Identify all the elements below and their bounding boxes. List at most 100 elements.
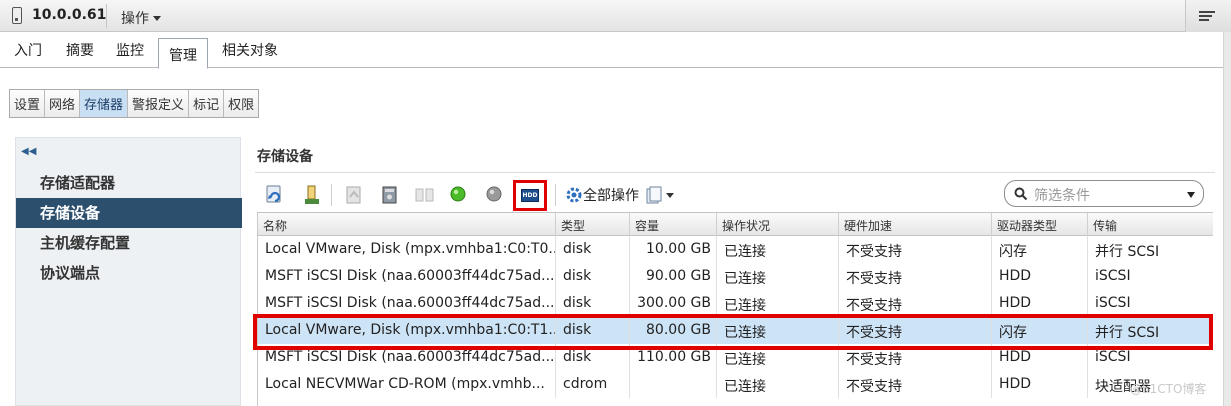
subtab-tags[interactable]: 标记 bbox=[189, 90, 225, 117]
chevron-down-icon bbox=[666, 193, 675, 198]
cell-capacity: 80.00 GB bbox=[630, 317, 717, 344]
cell-capacity: 10.00 GB bbox=[630, 236, 717, 263]
table-row[interactable]: Local NECVMWar CD-ROM (mpx.vmhb... cdrom… bbox=[258, 371, 1213, 398]
cell-name: MSFT iSCSI Disk (naa.60003ff44dc75ad... bbox=[258, 344, 556, 371]
cell-name: Local VMware, Disk (mpx.vmhba1:C0:T1... bbox=[258, 317, 556, 344]
cell-status: 已连接 bbox=[717, 371, 839, 398]
refresh-icon[interactable] bbox=[265, 185, 283, 203]
cell-transport: iSCSI bbox=[1088, 290, 1213, 317]
divider bbox=[106, 4, 107, 28]
nav-item-protocol-endpoints[interactable]: 协议端点 bbox=[16, 258, 242, 288]
subtab-storage[interactable]: 存储器 bbox=[80, 90, 129, 117]
cell-status: 已连接 bbox=[717, 263, 839, 290]
cell-transport: iSCSI bbox=[1088, 263, 1213, 290]
gear-icon bbox=[566, 187, 582, 203]
menu-icon-bar bbox=[1199, 19, 1209, 21]
nav-item-host-cache[interactable]: 主机缓存配置 bbox=[16, 228, 242, 258]
nav-item-storage-devices[interactable]: 存储设备 bbox=[16, 198, 242, 228]
storage-devices-table: 名称 类型 容量 操作状况 硬件加速 驱动器类型 传输 Local VMware… bbox=[257, 212, 1213, 406]
cell-capacity bbox=[630, 371, 717, 398]
cell-drive-type: HDD bbox=[992, 371, 1088, 398]
led-on-icon[interactable] bbox=[449, 185, 467, 203]
cell-drive-type: HDD bbox=[992, 263, 1088, 290]
cell-status: 已连接 bbox=[717, 290, 839, 317]
cell-name: Local VMware, Disk (mpx.vmhba1:C0:T0... bbox=[258, 236, 556, 263]
cell-hw-accel: 不受支持 bbox=[839, 263, 992, 290]
all-actions-label: 全部操作 bbox=[583, 188, 639, 204]
cell-drive-type: HDD bbox=[992, 290, 1088, 317]
cell-capacity: 300.00 GB bbox=[630, 290, 717, 317]
mark-as-hdd-button[interactable]: HDD bbox=[521, 189, 539, 202]
cell-drive-type: 闪存 bbox=[992, 317, 1088, 344]
tab-manage[interactable]: 管理 bbox=[158, 38, 208, 69]
main-tabs: 入门 摘要 监控 管理 相关对象 bbox=[0, 32, 1231, 69]
cell-type: disk bbox=[556, 344, 630, 371]
column-header-name[interactable]: 名称 bbox=[258, 213, 556, 236]
panel-title: 存储设备 bbox=[257, 149, 313, 165]
table-row[interactable]: MSFT iSCSI Disk (naa.60003ff44dc75ad... … bbox=[258, 344, 1213, 371]
cell-type: cdrom bbox=[556, 371, 630, 398]
tab-related-objects[interactable]: 相关对象 bbox=[222, 40, 278, 60]
watermark: @51CTO博客 bbox=[1130, 382, 1207, 396]
filter-placeholder: 筛选条件 bbox=[1034, 188, 1090, 204]
column-header-transport[interactable]: 传输 bbox=[1088, 213, 1213, 236]
cell-hw-accel: 不受支持 bbox=[839, 371, 992, 398]
cell-transport: 并行 SCSI bbox=[1088, 236, 1213, 263]
rescan-icon[interactable] bbox=[345, 185, 363, 204]
divider bbox=[555, 184, 556, 206]
subtab-alarm-definitions[interactable]: 警报定义 bbox=[128, 90, 190, 117]
subtab-settings[interactable]: 设置 bbox=[10, 90, 46, 117]
cell-name: Local NECVMWar CD-ROM (mpx.vmhb... bbox=[258, 371, 556, 398]
actions-menu[interactable]: 操作 bbox=[121, 8, 161, 28]
host-name: 10.0.0.61 bbox=[32, 7, 107, 23]
disk-icon[interactable] bbox=[381, 185, 399, 204]
cell-drive-type: HDD bbox=[992, 344, 1088, 371]
host-icon bbox=[12, 7, 22, 24]
table-row-selected[interactable]: Local VMware, Disk (mpx.vmhba1:C0:T1... … bbox=[258, 317, 1213, 344]
mark-as-hdd-highlight: HDD bbox=[513, 180, 547, 211]
cell-hw-accel: 不受支持 bbox=[839, 236, 992, 263]
export-icon bbox=[646, 186, 662, 204]
cell-type: disk bbox=[556, 317, 630, 344]
actions-menu-label: 操作 bbox=[121, 11, 149, 27]
filter-input[interactable]: 筛选条件 bbox=[1004, 180, 1204, 207]
column-header-capacity[interactable]: 容量 bbox=[630, 213, 717, 236]
cell-capacity: 90.00 GB bbox=[630, 263, 717, 290]
menu-icon-bar bbox=[1199, 15, 1212, 17]
column-header-hw-accel[interactable]: 硬件加速 bbox=[839, 213, 992, 236]
divider bbox=[331, 184, 332, 206]
panel-menu-button[interactable] bbox=[1185, 0, 1231, 32]
tab-getting-started[interactable]: 入门 bbox=[14, 40, 42, 60]
led-off-icon[interactable] bbox=[485, 185, 503, 203]
cell-status: 已连接 bbox=[717, 236, 839, 263]
cell-status: 已连接 bbox=[717, 344, 839, 371]
vertical-scrollbar[interactable] bbox=[1223, 32, 1231, 406]
cell-hw-accel: 不受支持 bbox=[839, 317, 992, 344]
column-header-status[interactable]: 操作状况 bbox=[717, 213, 839, 236]
cell-transport: iSCSI bbox=[1088, 344, 1213, 371]
table-row[interactable]: MSFT iSCSI Disk (naa.60003ff44dc75ad... … bbox=[258, 290, 1213, 317]
collapse-icon[interactable]: ◀◀ bbox=[21, 146, 36, 157]
table-row[interactable]: Local VMware, Disk (mpx.vmhba1:C0:T0... … bbox=[258, 236, 1213, 263]
all-actions-menu[interactable]: 全部操作 bbox=[565, 185, 675, 205]
cell-type: disk bbox=[556, 263, 630, 290]
divider bbox=[255, 172, 1215, 173]
tab-monitor[interactable]: 监控 bbox=[116, 40, 144, 60]
chevron-down-icon bbox=[153, 16, 161, 21]
nav-item-storage-adapters[interactable]: 存储适配器 bbox=[16, 168, 242, 198]
subtab-bar: 设置 网络 存储器 警报定义 标记 权限 bbox=[9, 89, 260, 118]
cell-hw-accel: 不受支持 bbox=[839, 344, 992, 371]
detach-icon[interactable] bbox=[415, 185, 434, 203]
cell-type: disk bbox=[556, 236, 630, 263]
table-row[interactable]: MSFT iSCSI Disk (naa.60003ff44dc75ad... … bbox=[258, 263, 1213, 290]
tab-summary[interactable]: 摘要 bbox=[66, 40, 94, 60]
cell-type: disk bbox=[556, 290, 630, 317]
subtab-permissions[interactable]: 权限 bbox=[224, 90, 259, 117]
column-header-type[interactable]: 类型 bbox=[556, 213, 630, 236]
subtab-networking[interactable]: 网络 bbox=[45, 90, 81, 117]
attach-device-icon[interactable] bbox=[303, 185, 321, 204]
chevron-down-icon[interactable] bbox=[1187, 192, 1195, 198]
top-bar: 10.0.0.61 操作 bbox=[0, 0, 1231, 32]
storage-nav: ◀◀ 存储适配器 存储设备 主机缓存配置 协议端点 bbox=[15, 137, 242, 406]
column-header-drive-type[interactable]: 驱动器类型 bbox=[992, 213, 1088, 236]
